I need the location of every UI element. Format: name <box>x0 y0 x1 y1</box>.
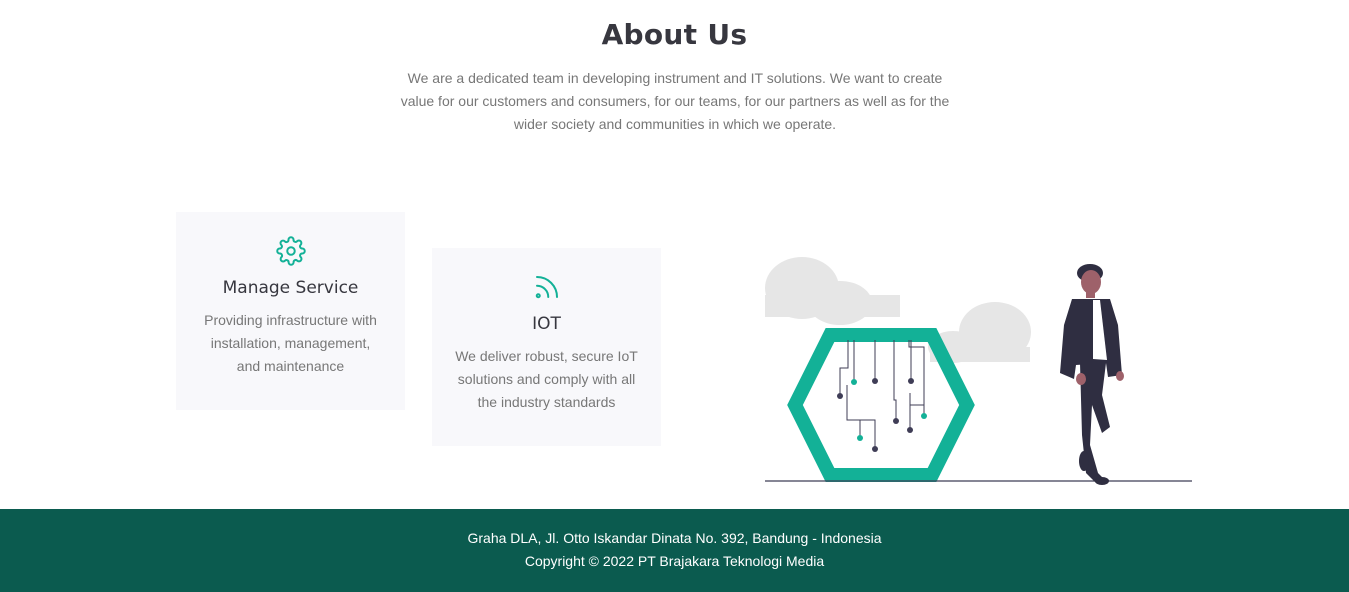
person-figure <box>1060 264 1124 485</box>
gear-icon <box>275 236 306 266</box>
service-card-iot: IOT We deliver robust, secure IoT soluti… <box>432 248 661 446</box>
footer: Graha DLA, Jl. Otto Iskandar Dinata No. … <box>0 509 1349 592</box>
about-description: We are a dedicated team in developing in… <box>400 70 950 132</box>
service-title: IOT <box>532 314 561 334</box>
cloud-left <box>765 257 900 325</box>
signal-icon <box>535 276 558 299</box>
hero-illustration <box>765 257 1192 485</box>
service-card-manage: Manage Service Providing infrastructure … <box>176 212 405 410</box>
circuit-nodes <box>837 378 927 452</box>
service-text: Providing infrastructure with installati… <box>204 312 377 374</box>
service-title: Manage Service <box>222 278 359 298</box>
hexagon-chip <box>787 328 975 482</box>
about-title: About Us <box>601 18 748 51</box>
footer-address: Graha DLA, Jl. Otto Iskandar Dinata No. … <box>467 530 882 546</box>
footer-copyright: Copyright © 2022 PT Brajakara Teknologi … <box>524 553 825 569</box>
service-text: We deliver robust, secure IoT solutions … <box>455 348 638 410</box>
